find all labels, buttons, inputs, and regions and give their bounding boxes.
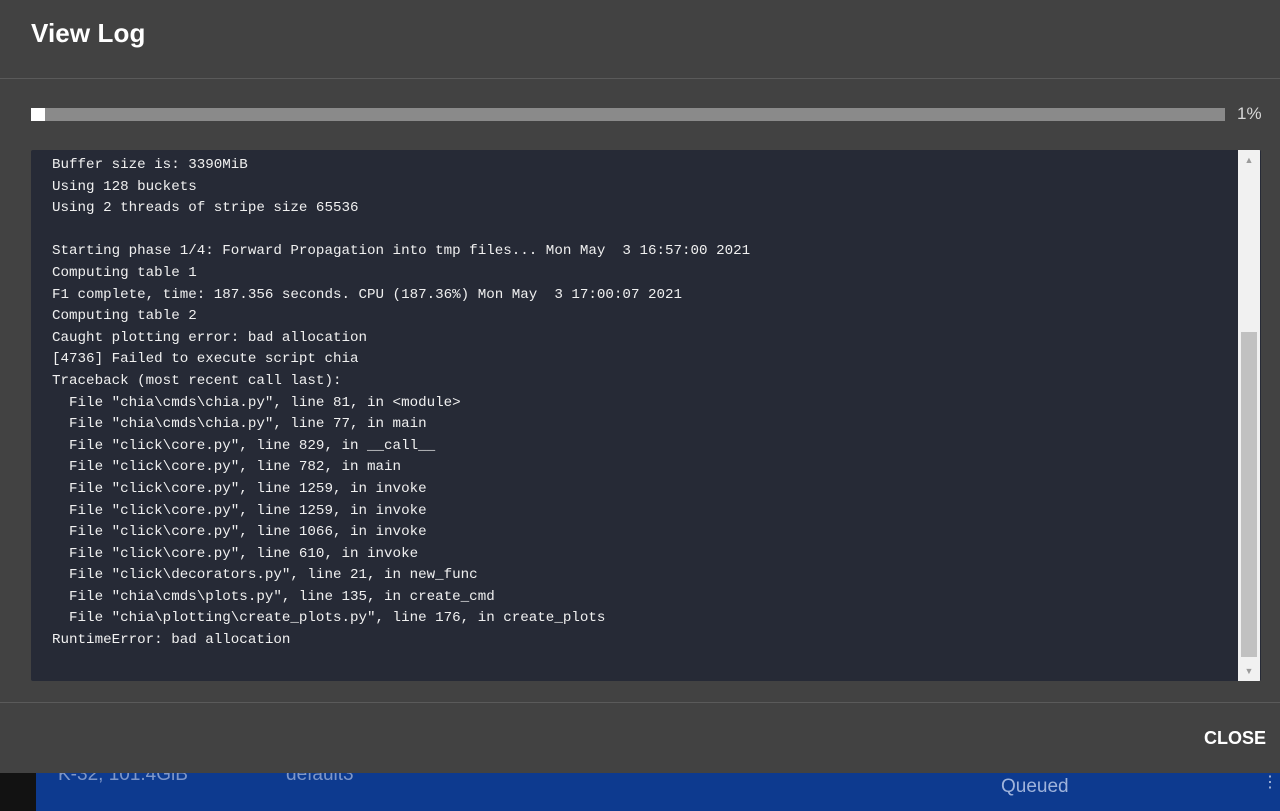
- log-line: File "chia\cmds\plots.py", line 135, in …: [52, 588, 495, 605]
- log-line: Using 2 threads of stripe size 65536: [52, 200, 359, 217]
- progress-percent: 1%: [1237, 104, 1262, 123]
- log-line: File "click\core.py", line 1259, in invo…: [52, 480, 427, 497]
- log-line: [4736] Failed to execute script chia: [52, 351, 359, 368]
- log-line: Computing table 2: [52, 308, 197, 325]
- more-vert-icon[interactable]: ⋮: [1262, 772, 1278, 792]
- log-line: Caught plotting error: bad allocation: [52, 329, 368, 346]
- log-line: File "click\core.py", line 610, in invok…: [52, 545, 419, 562]
- log-scrollbar[interactable]: ▲ ▼: [1238, 150, 1260, 681]
- log-line: Traceback (most recent call last):: [52, 372, 342, 389]
- progress-bar: [31, 108, 1225, 121]
- log-line: Using 128 buckets: [52, 178, 197, 195]
- log-line: File "click\core.py", line 1066, in invo…: [52, 524, 427, 541]
- log-output[interactable]: Buffer size is: 3390MiB Using 128 buckets…: [31, 150, 1261, 681]
- log-line: Starting phase 1/4: Forward Propagation …: [52, 243, 751, 260]
- scrollbar-thumb[interactable]: [1241, 332, 1257, 657]
- log-line: Buffer size is: 3390MiB: [52, 157, 248, 173]
- actions-divider: [0, 702, 1280, 703]
- log-line: File "chia\plotting\create_plots.py", li…: [52, 610, 606, 627]
- scroll-up-icon[interactable]: ▲: [1238, 150, 1260, 170]
- progress-bar-fill: [31, 108, 46, 121]
- scroll-down-icon[interactable]: ▼: [1238, 661, 1260, 681]
- log-line: File "chia\cmds\chia.py", line 77, in ma…: [52, 416, 427, 433]
- close-button[interactable]: CLOSE: [1199, 721, 1271, 755]
- log-line: File "click\core.py", line 782, in main: [52, 459, 402, 476]
- dialog-title: View Log: [31, 18, 146, 48]
- log-line: Computing table 1: [52, 264, 197, 281]
- log-line: File "click\core.py", line 1259, in invo…: [52, 502, 427, 519]
- log-line: F1 complete, time: 187.356 seconds. CPU …: [52, 286, 683, 303]
- log-line: RuntimeError: bad allocation: [52, 632, 291, 649]
- title-divider: [0, 78, 1280, 79]
- view-log-dialog: View Log 1% Buffer size is: 3390MiB Using…: [0, 0, 1280, 773]
- log-text: Buffer size is: 3390MiB Using 128 buckets…: [52, 155, 1232, 652]
- plot-status-cell: Queued: [1001, 776, 1069, 797]
- log-line: File "chia\cmds\chia.py", line 81, in <m…: [52, 394, 461, 411]
- log-line: File "click\core.py", line 829, in __cal…: [52, 437, 436, 454]
- log-line: File "click\decorators.py", line 21, in …: [52, 567, 478, 584]
